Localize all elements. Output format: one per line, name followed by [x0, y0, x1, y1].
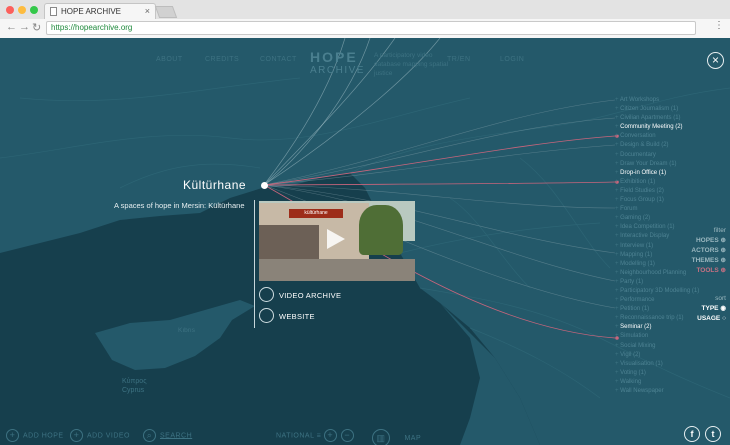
type-item[interactable]: Draw Your Dream (1) — [615, 160, 699, 169]
zoom-out-icon[interactable]: − — [340, 429, 354, 442]
window-minimize-dot[interactable] — [18, 6, 26, 14]
plus-icon: + — [6, 429, 19, 442]
browser-toolbar: ← → ↻ https://hopearchive.org ⋮ — [0, 19, 730, 38]
thumbnail-sign: kültürhane — [289, 209, 343, 218]
nav-about[interactable]: ABOUT — [156, 56, 183, 63]
type-item[interactable]: Community Meeting (2) — [615, 123, 699, 132]
nav-contact[interactable]: CONTACT — [260, 56, 297, 63]
back-icon[interactable]: ← — [6, 21, 17, 33]
place-description: A spaces of hope in Mersin: Kültürhane — [114, 201, 245, 210]
type-item[interactable]: Citizen Journalism (1) — [615, 105, 699, 114]
twitter-icon[interactable]: t — [705, 426, 721, 442]
map-button[interactable]: ▥ MAP — [372, 429, 421, 445]
type-item[interactable]: Participatory 3D Modelling (1) — [615, 287, 699, 296]
close-button[interactable]: × — [707, 52, 724, 69]
tagline: A participatory video database mapping s… — [374, 52, 449, 77]
type-item[interactable]: Visualisation (1) — [615, 360, 699, 369]
video-icon — [259, 287, 274, 302]
browser-chrome: HOPE ARCHIVE × ← → ↻ https://hopearchive… — [0, 0, 730, 38]
type-item[interactable]: Conversation — [615, 132, 699, 141]
page-icon — [50, 7, 57, 16]
national-zoom[interactable]: NATIONAL ≡ + − — [276, 429, 358, 442]
type-item[interactable]: Art Workshops — [615, 96, 699, 105]
tab-close-icon[interactable]: × — [145, 4, 150, 19]
add-video-button[interactable]: + ADD VIDEO — [70, 429, 130, 442]
logo-line1: HOPE — [310, 49, 358, 65]
sort-heading: sort — [715, 295, 726, 302]
type-item[interactable]: Neighbourhood Planning — [615, 269, 699, 278]
video-thumbnail[interactable]: kültürhane — [259, 201, 415, 281]
map-label-kibris: Kıbrıs — [178, 327, 196, 334]
external-link-icon — [259, 308, 274, 323]
filter-themes[interactable]: THEMES ⊕ — [688, 256, 726, 266]
type-item[interactable]: Seminar (2) — [615, 323, 699, 332]
add-hope-button[interactable]: + ADD HOPE — [6, 429, 64, 442]
window-zoom-dot[interactable] — [30, 6, 38, 14]
play-icon[interactable] — [327, 229, 345, 249]
sort-type[interactable]: TYPE ◉ — [688, 304, 726, 314]
filter-heading: filter — [713, 227, 726, 234]
sort-panel: sort TYPE ◉ USAGE ○ — [688, 294, 726, 324]
address-bar[interactable]: https://hopearchive.org — [46, 21, 696, 35]
type-item[interactable]: Drop-in Office (1) — [615, 169, 699, 178]
type-item[interactable]: Focus Group (1) — [615, 196, 699, 205]
type-item[interactable]: Idea Competition (1) — [615, 223, 699, 232]
reload-icon[interactable]: ↻ — [32, 21, 41, 34]
type-item[interactable]: Reconnaissance trip (1) — [615, 314, 699, 323]
type-item[interactable]: Voting (1) — [615, 369, 699, 378]
filter-tools[interactable]: TOOLS ⊕ — [688, 266, 726, 276]
place-name: Kültürhane — [183, 178, 247, 192]
type-item[interactable]: Party (1) — [615, 278, 699, 287]
browser-tab[interactable]: HOPE ARCHIVE × — [44, 3, 156, 19]
type-list: Art WorkshopsCitizen Journalism (1)Civil… — [615, 96, 699, 396]
type-item[interactable]: Simulation — [615, 332, 699, 341]
new-tab-button[interactable] — [154, 6, 178, 18]
type-item[interactable]: Walking — [615, 378, 699, 387]
plus-icon: + — [70, 429, 83, 442]
nav-login[interactable]: LOGIN — [500, 56, 524, 63]
window-close-dot[interactable] — [6, 6, 14, 14]
filter-hopes[interactable]: HOPES ⊕ — [688, 236, 726, 246]
filter-panel: filter HOPES ⊕ ACTORS ⊕ THEMES ⊕ TOOLS ⊕ — [688, 226, 726, 276]
zoom-in-icon[interactable]: + — [323, 429, 337, 442]
type-item[interactable]: Mapping (1) — [615, 251, 699, 260]
type-item[interactable]: Social Mixing — [615, 342, 699, 351]
type-item[interactable]: Performance — [615, 296, 699, 305]
facebook-icon[interactable]: f — [684, 426, 700, 442]
type-item[interactable]: Forum — [615, 205, 699, 214]
type-item[interactable]: Interview (1) — [615, 242, 699, 251]
type-item[interactable]: Wall Newspaper — [615, 387, 699, 396]
logo[interactable]: HOPE ARCHIVE — [310, 50, 365, 78]
type-item[interactable]: Interactive Display — [615, 232, 699, 241]
map-view[interactable]: Kıbrıs Κύπρος Cyprus ABOUT CREDITS CONTA… — [0, 38, 730, 445]
browser-menu-icon[interactable]: ⋮ — [714, 20, 724, 31]
type-item[interactable]: Field Studies (2) — [615, 187, 699, 196]
type-item[interactable]: Petition (1) — [615, 305, 699, 314]
map-label-kypros: Κύπρος — [122, 377, 147, 385]
type-item[interactable]: Civilian Apartments (1) — [615, 114, 699, 123]
type-item[interactable]: Gaming (2) — [615, 214, 699, 223]
nav-credits[interactable]: CREDITS — [205, 56, 239, 63]
type-item[interactable]: Exhibition (1) — [615, 178, 699, 187]
search-button[interactable]: ⌕ SEARCH — [143, 429, 192, 442]
sort-usage[interactable]: USAGE ○ — [688, 314, 726, 324]
map-label-cyprus: Cyprus — [122, 387, 145, 394]
logo-line2: ARCHIVE — [310, 65, 365, 76]
tab-title: HOPE ARCHIVE — [61, 7, 122, 16]
filter-actors[interactable]: ACTORS ⊕ — [688, 246, 726, 256]
type-item[interactable]: Modelling (1) — [615, 260, 699, 269]
search-icon: ⌕ — [143, 429, 156, 442]
type-item[interactable]: Vigil (2) — [615, 351, 699, 360]
map-icon: ▥ — [372, 429, 390, 445]
forward-icon[interactable]: → — [19, 21, 30, 33]
info-divider — [254, 200, 255, 328]
place-marker[interactable] — [261, 182, 268, 189]
type-item[interactable]: Documentary — [615, 151, 699, 160]
type-item[interactable]: Design & Build (2) — [615, 141, 699, 150]
